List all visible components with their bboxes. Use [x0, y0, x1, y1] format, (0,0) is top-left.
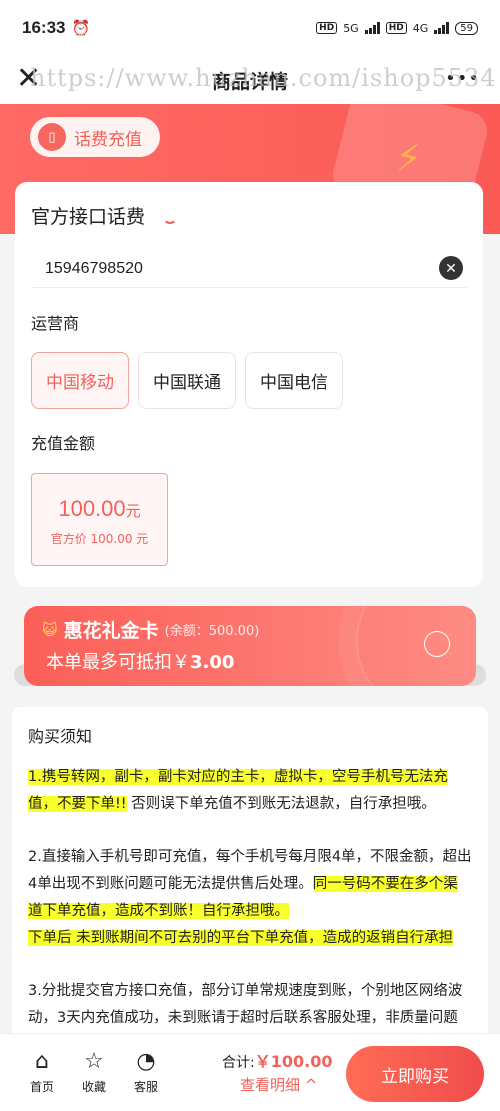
topup-badge: ▯ 话费充值 — [30, 117, 160, 157]
gift-card-title: 惠花礼金卡 — [63, 620, 159, 642]
product-heading: 官方接口话费 — [31, 206, 146, 228]
close-icon[interactable]: ✕ — [16, 64, 41, 94]
gift-card[interactable]: 😺 惠花礼金卡 (余额：500.00) 本单最多可抵扣￥3.00 — [24, 606, 476, 686]
favorite-button[interactable]: ☆ 收藏 — [74, 1048, 114, 1095]
loading-spinner-icon — [163, 210, 177, 224]
amount-option[interactable]: 100.00元 官方价 100.00 元 — [31, 473, 168, 566]
phone-input[interactable]: 15946798520 ✕ — [31, 250, 467, 288]
battery-icon: 59 — [455, 21, 478, 35]
operator-option-telecom[interactable]: 中国电信 — [245, 352, 343, 409]
notice-title: 购买须知 — [28, 727, 93, 746]
notice-item-3: 3.分批提交官方接口充值，部分订单常规速度到账，个别地区网络波动，3天内充值成功… — [28, 983, 463, 1026]
gift-card-title-row: 😺 惠花礼金卡 (余额：500.00) — [42, 616, 259, 643]
more-icon[interactable]: ••• — [445, 68, 480, 89]
chat-icon: ◔ — [136, 1049, 156, 1074]
gift-card-icon: 😺 — [42, 620, 58, 639]
clear-icon[interactable]: ✕ — [439, 256, 463, 280]
recharge-card: 官方接口话费 15946798520 ✕ 运营商 中国移动 中国联通 中国电信 … — [15, 182, 483, 587]
amount-official-price: 官方价 100.00 元 — [50, 532, 149, 546]
home-icon: ⌂ — [35, 1049, 49, 1074]
status-bar: 16:33 ⏰ HD 5G HD 4G 59 — [0, 0, 500, 56]
lightning-icon: ⚡ — [395, 136, 422, 180]
status-icons: HD 5G HD 4G 59 — [316, 21, 478, 35]
topup-badge-label: 话费充值 — [74, 129, 142, 150]
home-button[interactable]: ⌂ 首页 — [22, 1048, 62, 1095]
operator-option-unicom[interactable]: 中国联通 — [138, 352, 236, 409]
amount-value: 100.00元 — [58, 496, 141, 521]
star-icon: ☆ — [84, 1049, 104, 1074]
signal-icon — [364, 22, 380, 34]
gift-card-balance: (余额：500.00) — [164, 624, 260, 639]
operator-option-mobile[interactable]: 中国移动 — [31, 352, 129, 409]
phone-value: 15946798520 — [45, 259, 143, 277]
signal-icon-2 — [434, 22, 450, 34]
operator-label: 运营商 — [31, 314, 80, 333]
total-price: 合计:￥100.00 — [222, 1052, 333, 1071]
amount-label: 充值金额 — [31, 434, 96, 453]
bottom-bar: ⌂ 首页 ☆ 收藏 ◔ 客服 合计:￥100.00 查看明细 ^ 立即购买 — [0, 1033, 500, 1111]
gift-card-radio[interactable] — [424, 631, 450, 657]
notice-item-1: 1.携号转网，副卡，副卡对应的主卡，虚拟卡，空号手机号无法充值，不要下单!! 否… — [28, 769, 448, 812]
network-4g: 4G — [412, 21, 429, 35]
alarm-icon: ⏰ — [71, 19, 91, 37]
nav-bar: ✕ 商品详情 ••• — [0, 56, 500, 104]
view-detail-link[interactable]: 查看明细 ^ — [240, 1074, 317, 1095]
status-time: 16:33 — [22, 18, 66, 37]
gift-card-decoration — [356, 606, 476, 686]
purchase-notice: 购买须知 1.携号转网，副卡，副卡对应的主卡，虚拟卡，空号手机号无法充值，不要下… — [12, 707, 488, 1037]
notice-item-2: 2.直接输入手机号即可充值，每个手机号每月限4单，不限金额，超出4单出现不到账问… — [28, 849, 472, 946]
service-button[interactable]: ◔ 客服 — [126, 1048, 166, 1095]
gift-card-deduct: 本单最多可抵扣￥3.00 — [46, 652, 235, 673]
network-5g: 5G — [343, 21, 359, 35]
buy-now-button[interactable]: 立即购买 — [346, 1046, 484, 1102]
page-title: 商品详情 — [211, 70, 288, 93]
phone-icon: ▯ — [38, 123, 66, 151]
